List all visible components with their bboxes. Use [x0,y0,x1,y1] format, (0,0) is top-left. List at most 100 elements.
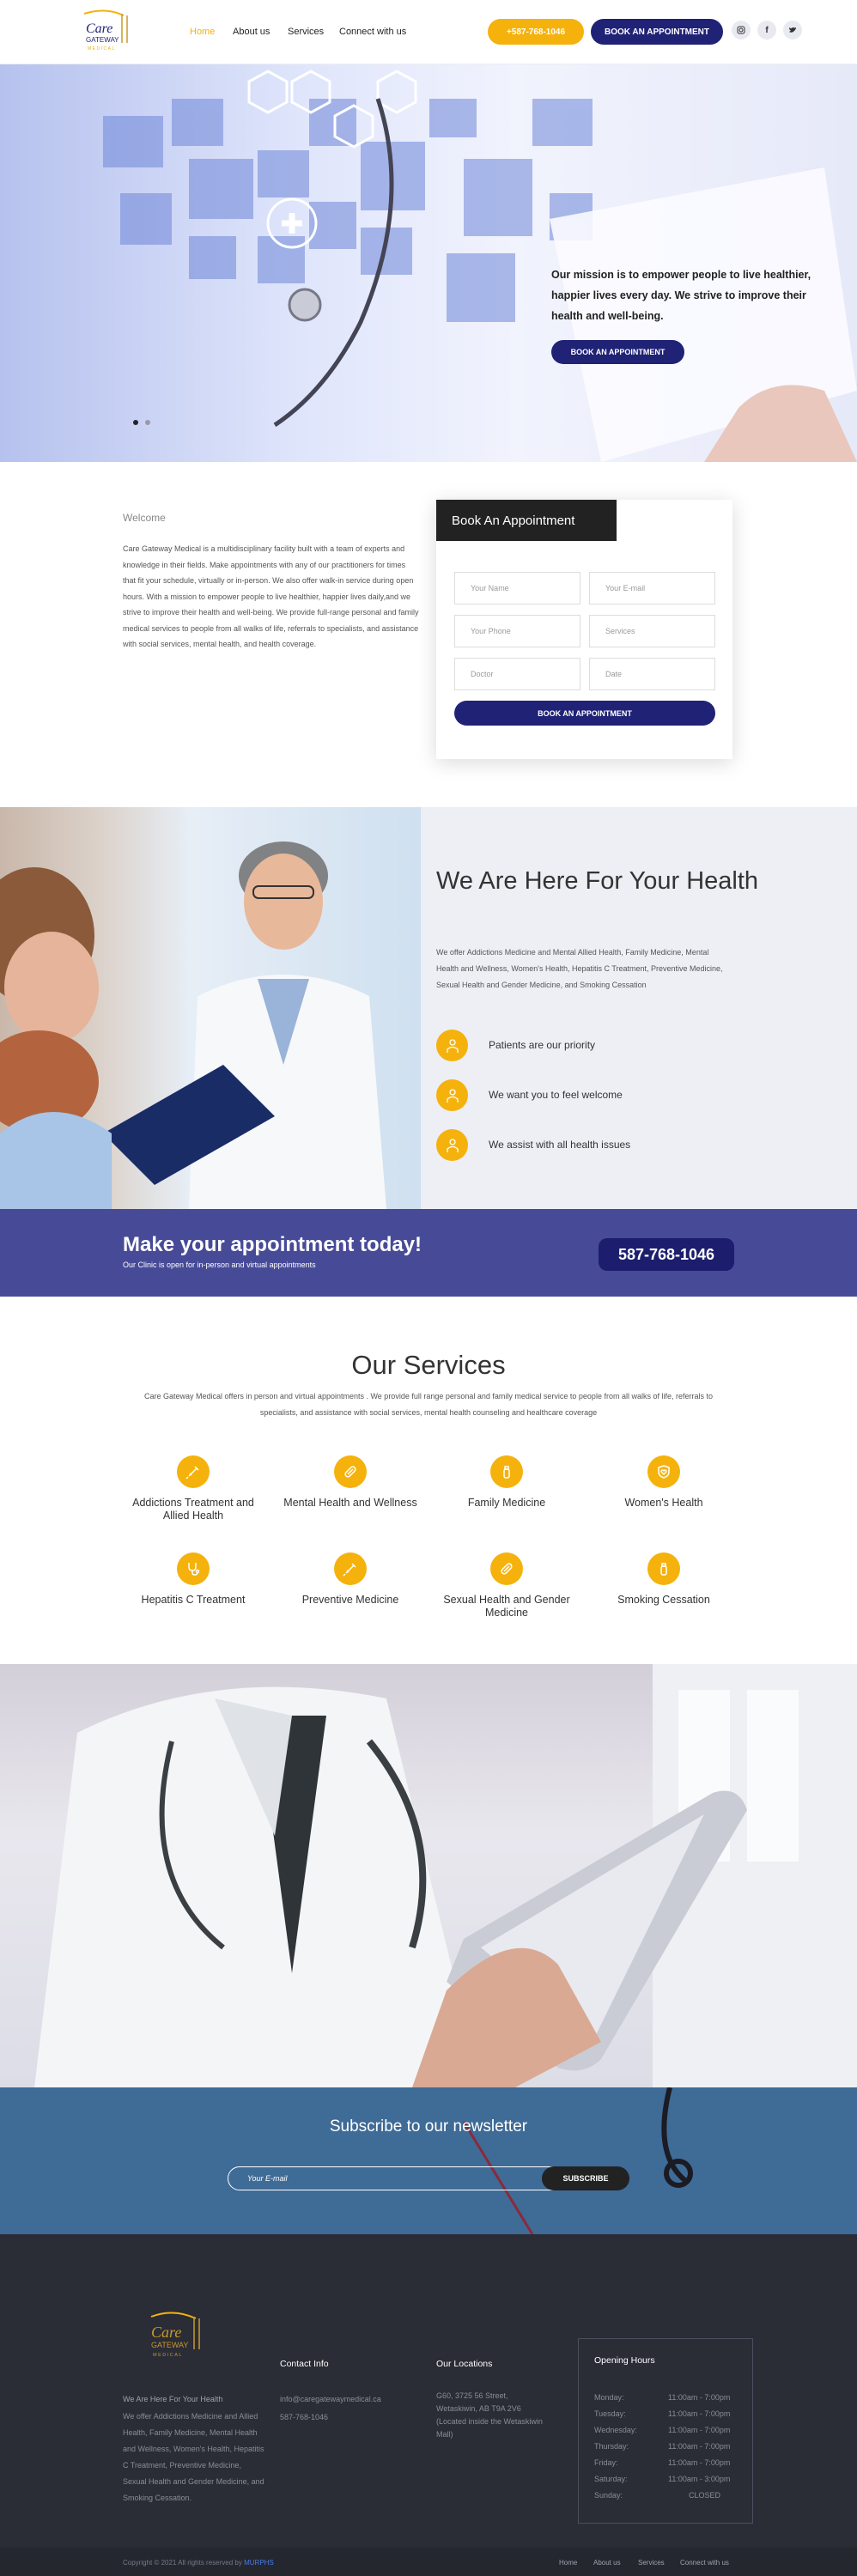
welcome-label: Welcome [123,512,166,524]
footer-phone-link[interactable]: 587-768-1046 [280,2409,328,2426]
hours-time: 11:00am - 7:00pm [668,2426,731,2434]
svg-text:Care: Care [151,2324,181,2341]
date-field[interactable]: Date [589,658,715,690]
hours-time: CLOSED [689,2491,721,2500]
service-label: Mental Health and Wellness [283,1497,417,1509]
stethoscope-icon [177,1552,210,1585]
header-book-button[interactable]: BOOK AN APPOINTMENT [591,19,723,45]
services-field[interactable]: Services [589,615,715,647]
pill-icon [490,1552,523,1585]
banner-phone-button[interactable]: 587-768-1046 [599,1238,734,1271]
nav-home[interactable]: Home [190,27,215,37]
nav-services[interactable]: Services [288,27,324,37]
banner-subtitle: Our Clinic is open for in-person and vir… [123,1261,316,1269]
service-item[interactable]: Addictions Treatment and Allied Health [125,1455,262,1522]
heart-shield-icon [647,1455,680,1488]
twitter-icon[interactable] [783,21,802,39]
hours-time: 11:00am - 7:00pm [668,2458,731,2467]
footer-link-about[interactable]: About us [593,2559,621,2567]
patient-icon [436,1030,468,1061]
pill-icon [334,1455,367,1488]
svg-text:GATEWAY: GATEWAY [151,2341,188,2349]
nav-connect[interactable]: Connect with us [339,27,406,37]
nav-about[interactable]: About us [233,27,270,37]
service-label: Sexual Health and Gender Medicine [443,1594,570,1619]
svg-text:GATEWAY: GATEWAY [86,36,119,44]
hours-day: Sunday: [594,2491,623,2500]
hours-day: Tuesday: [594,2409,626,2418]
health-body: We offer Addictions Medicine and Mental … [436,948,723,989]
footer-about-title: We Are Here For Your Health [123,2395,223,2403]
footer-contact-title: Contact Info [280,2359,329,2369]
health-title: We Are Here For Your Health [436,867,759,895]
name-field[interactable]: Your Name [454,572,580,605]
highlight-welcome: We want you to feel welcome [489,1089,623,1101]
footer-locations-title: Our Locations [436,2359,493,2369]
hours-time: 11:00am - 7:00pm [668,2409,731,2418]
footer-link-connect[interactable]: Connect with us [680,2559,729,2567]
phone-button[interactable]: +587-768-1046 [488,19,584,45]
footer-link-services[interactable]: Services [638,2559,665,2567]
footer-logo[interactable]: Care GATEWAY MEDICAL [144,2310,210,2363]
hero-book-button[interactable]: BOOK AN APPOINTMENT [551,340,684,364]
services-title: Our Services [351,1350,506,1380]
phone-field[interactable]: Your Phone [454,615,580,647]
newsletter-title: Subscribe to our newsletter [329,2117,528,2136]
doctor-family-photo [0,807,421,1209]
service-label: Women's Health [624,1497,703,1509]
service-label: Hepatitis C Treatment [141,1594,246,1606]
service-item[interactable]: Preventive Medicine [282,1552,419,1607]
hours-day: Monday: [594,2393,624,2402]
service-item[interactable]: Women's Health [595,1455,732,1510]
service-item[interactable]: Smoking Cessation [595,1552,732,1607]
footer-about-body: We offer Addictions Medicine and Allied … [123,2412,264,2502]
patient-icon [436,1079,468,1111]
copyright-text: Copyright © 2021 All rights reserved by … [123,2559,274,2567]
subscribe-button[interactable]: SUBSCRIBE [542,2166,629,2190]
bottle-icon [647,1552,680,1585]
hours-day: Thursday: [594,2442,629,2451]
appointment-submit-button[interactable]: BOOK AN APPOINTMENT [454,701,715,726]
facebook-icon[interactable]: f [757,21,776,39]
service-item[interactable]: Sexual Health and Gender Medicine [438,1552,575,1619]
highlight-priority: Patients are our priority [489,1039,596,1051]
hero-mission-text: Our mission is to empower people to live… [551,269,811,322]
logo[interactable]: Care GATEWAY MEDICAL [79,9,136,55]
hours-day: Wednesday: [594,2426,637,2434]
newsletter-section [0,2087,857,2235]
hours-day: Friday: [594,2458,618,2467]
instagram-icon[interactable] [732,21,751,39]
service-label: Smoking Cessation [617,1594,710,1606]
service-item[interactable]: Mental Health and Wellness [282,1455,419,1510]
syringe-icon [334,1552,367,1585]
banner-title: Make your appointment today! [123,1233,422,1256]
services-body: Care Gateway Medical offers in person an… [144,1392,713,1417]
welcome-body: Care Gateway Medical is a multidisciplin… [123,544,419,648]
hours-title: Opening Hours [594,2355,655,2366]
footer-link-home[interactable]: Home [559,2559,577,2567]
hero-banner [0,64,857,462]
doctor-field[interactable]: Doctor [454,658,580,690]
svg-text:MEDICAL: MEDICAL [88,46,116,52]
footer-address: G60, 3725 56 Street, Wetaskiwin, AB T9A … [436,2391,543,2439]
hours-time: 11:00am - 7:00pm [668,2393,731,2402]
copyright-label: Copyright © 2021 All rights reserved by [123,2559,242,2567]
hours-time: 11:00am - 7:00pm [668,2442,731,2451]
doctor-tablet-photo [0,1664,857,2087]
appointment-title: Book An Appointment [436,500,617,541]
svg-text:Care: Care [86,21,112,36]
hours-day: Saturday: [594,2475,628,2483]
hours-time: 11:00am - 3:00pm [668,2475,731,2483]
bottle-icon [490,1455,523,1488]
service-item[interactable]: Family Medicine [438,1455,575,1510]
service-label: Addictions Treatment and Allied Health [132,1497,254,1522]
footer-email-link[interactable]: info@caregatewaymedical.ca [280,2391,381,2408]
patient-icon [436,1129,468,1161]
highlight-assist: We assist with all health issues [489,1139,631,1151]
service-item[interactable]: Hepatitis C Treatment [125,1552,262,1607]
syringe-icon [177,1455,210,1488]
service-label: Preventive Medicine [301,1594,399,1606]
copyright-brand-link[interactable]: MURPHS [244,2559,274,2567]
email-field[interactable]: Your E-mail [589,572,715,605]
svg-text:MEDICAL: MEDICAL [153,2353,183,2358]
